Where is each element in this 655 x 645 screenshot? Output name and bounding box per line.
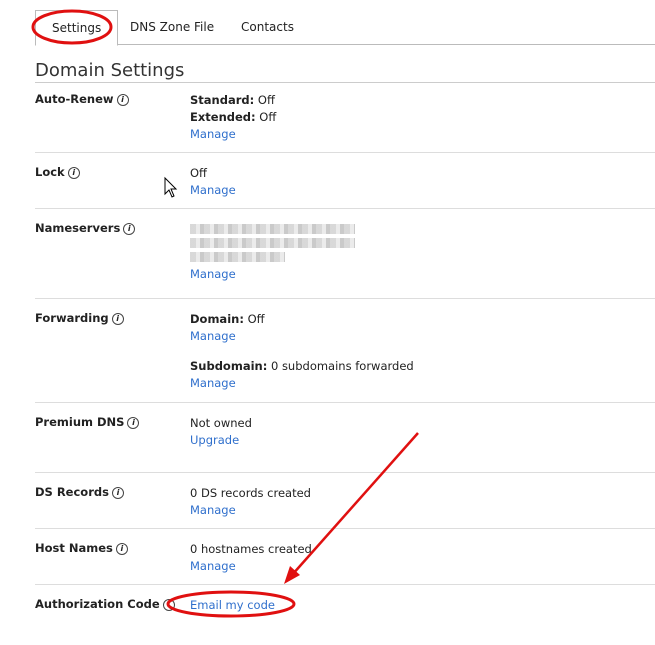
authorization-code-label: Authorization Code <box>35 597 160 611</box>
tab-settings[interactable]: Settings <box>35 10 119 46</box>
tab-contacts[interactable]: Contacts <box>241 10 294 44</box>
info-icon[interactable]: i <box>115 543 128 555</box>
standard-value: Off <box>257 93 275 107</box>
row-forwarding: Forwarding i Domain: Off Manage Subdomain… <box>35 311 655 403</box>
row-authorization-code: Authorization Code i Email my code <box>35 597 655 627</box>
row-premium-dns: Premium DNS i Not owned Upgrade <box>35 415 655 473</box>
info-icon[interactable]: i <box>111 487 124 499</box>
host-names-value: 0 hostnames created <box>190 542 312 556</box>
host-names-label: Host Names <box>35 541 113 555</box>
email-my-code-link[interactable]: Email my code <box>190 598 275 612</box>
page-title: Domain Settings <box>35 60 655 83</box>
nameservers-label: Nameservers <box>35 221 121 235</box>
info-icon[interactable]: i <box>162 599 175 611</box>
row-lock: Lock i Off Manage <box>35 165 655 209</box>
auto-renew-label: Auto-Renew <box>35 92 114 106</box>
row-host-names: Host Names i 0 hostnames created Manage <box>35 541 655 585</box>
info-icon[interactable]: i <box>127 417 140 429</box>
domain-value: Off <box>247 312 265 326</box>
tab-dns-zone-file[interactable]: DNS Zone File <box>130 10 214 44</box>
info-icon[interactable]: i <box>123 223 136 235</box>
info-icon[interactable]: i <box>111 313 124 325</box>
auto-renew-manage-link[interactable]: Manage <box>190 127 236 141</box>
subdomain-label: Subdomain: <box>190 359 268 373</box>
row-auto-renew: Auto-Renew i Standard: Off Extended: Off … <box>35 92 655 153</box>
upgrade-link[interactable]: Upgrade <box>190 433 239 447</box>
blurred-nameserver <box>190 252 285 262</box>
extended-value: Off <box>259 110 277 124</box>
info-icon[interactable]: i <box>116 94 129 106</box>
forwarding-subdomain-manage-link[interactable]: Manage <box>190 376 236 390</box>
nameservers-manage-link[interactable]: Manage <box>190 267 236 281</box>
domain-label: Domain: <box>190 312 244 326</box>
row-ds-records: DS Records i 0 DS records created Manage <box>35 485 655 529</box>
lock-manage-link[interactable]: Manage <box>190 183 236 197</box>
lock-label: Lock <box>35 165 65 179</box>
premium-dns-label: Premium DNS <box>35 415 125 429</box>
tab-bar: Settings DNS Zone File Contacts <box>35 10 655 46</box>
ds-records-manage-link[interactable]: Manage <box>190 503 236 517</box>
forwarding-label: Forwarding <box>35 311 109 325</box>
info-icon[interactable]: i <box>67 167 80 179</box>
ds-records-value: 0 DS records created <box>190 486 311 500</box>
row-nameservers: Nameservers i Manage <box>35 221 655 299</box>
extended-label: Extended: <box>190 110 256 124</box>
standard-label: Standard: <box>190 93 255 107</box>
subdomain-value: 0 subdomains forwarded <box>270 359 414 373</box>
premium-dns-value: Not owned <box>190 416 252 430</box>
ds-records-label: DS Records <box>35 485 109 499</box>
blurred-nameserver <box>190 224 355 234</box>
host-names-manage-link[interactable]: Manage <box>190 559 236 573</box>
lock-value: Off <box>190 166 207 180</box>
forwarding-domain-manage-link[interactable]: Manage <box>190 329 236 343</box>
blurred-nameserver <box>190 238 355 248</box>
